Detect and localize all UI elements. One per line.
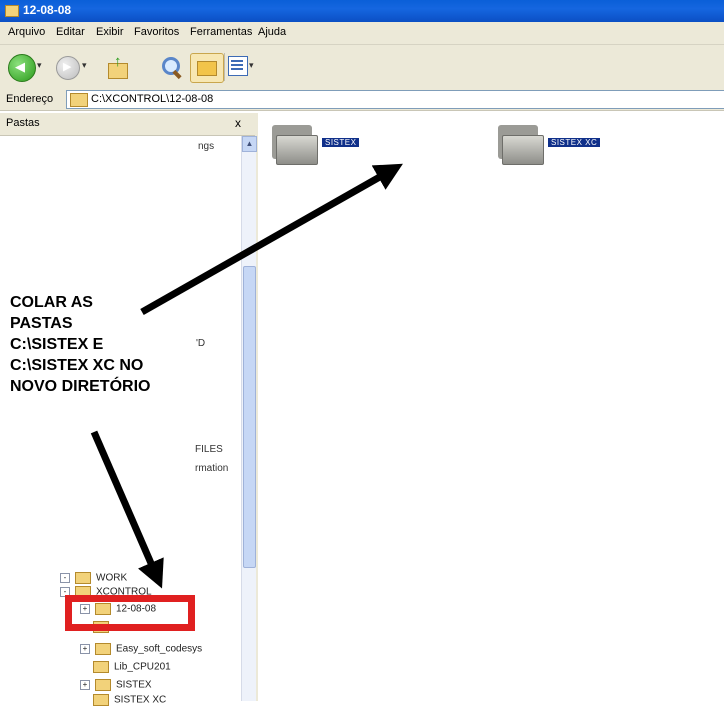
arrow-to-tree (90, 430, 164, 589)
arrow-to-content (140, 163, 403, 316)
annotation-arrows (90, 163, 403, 589)
